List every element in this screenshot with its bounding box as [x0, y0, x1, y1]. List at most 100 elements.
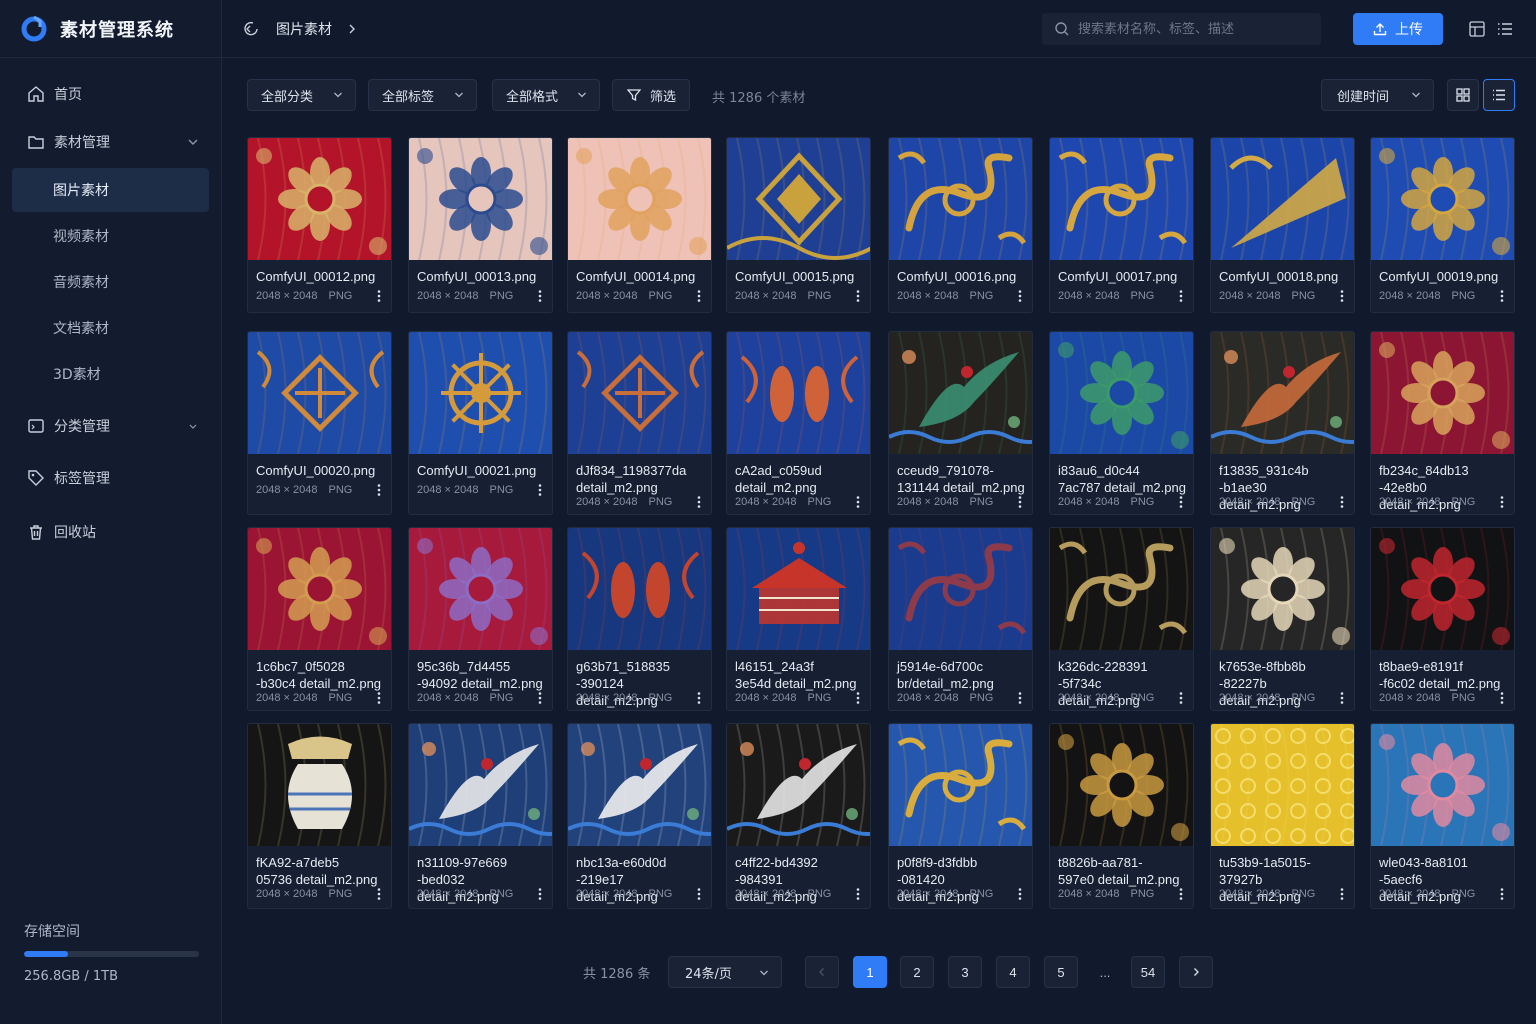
asset-thumbnail[interactable]: [889, 528, 1032, 650]
asset-card[interactable]: cA2ad_c059ud detail_m2.png 2048 × 2048 PNG: [726, 331, 871, 515]
sidebar-item-assets[interactable]: 素材管理: [0, 118, 221, 166]
asset-thumbnail[interactable]: [889, 332, 1032, 454]
asset-thumbnail[interactable]: [727, 724, 870, 846]
menu-list-icon[interactable]: [1496, 20, 1514, 38]
asset-card[interactable]: wle043-8a8101 -5aecf6 detail_m2.png 2048 …: [1370, 723, 1515, 909]
asset-card[interactable]: n31109-97e669 -bed032 detail_m2.png 2048 …: [408, 723, 553, 909]
more-options-icon[interactable]: [696, 887, 702, 901]
more-options-icon[interactable]: [855, 289, 861, 303]
asset-thumbnail[interactable]: [248, 332, 391, 454]
more-options-icon[interactable]: [1017, 887, 1023, 901]
more-options-icon[interactable]: [1339, 887, 1345, 901]
asset-card[interactable]: ComfyUI_00021.png 2048 × 2048 PNG: [408, 331, 553, 515]
asset-card[interactable]: k7653e-8fbb8b -82227b detail_m2.png 2048 …: [1210, 527, 1355, 711]
grid-view-button[interactable]: [1447, 79, 1479, 111]
asset-thumbnail[interactable]: [409, 528, 552, 650]
more-options-icon[interactable]: [1339, 289, 1345, 303]
asset-card[interactable]: k326dc-228391 -5f734c detail_m2.png 2048 …: [1049, 527, 1194, 711]
tag-select[interactable]: 全部标签: [368, 79, 477, 111]
more-options-icon[interactable]: [537, 289, 543, 303]
more-options-icon[interactable]: [855, 691, 861, 705]
asset-card[interactable]: f13835_931c4b -b1ae30 detail_m2.png 2048 …: [1210, 331, 1355, 515]
asset-thumbnail[interactable]: [1211, 332, 1354, 454]
asset-thumbnail[interactable]: [727, 528, 870, 650]
asset-thumbnail[interactable]: [1211, 528, 1354, 650]
asset-thumbnail[interactable]: [248, 138, 391, 260]
more-options-icon[interactable]: [855, 495, 861, 509]
asset-card[interactable]: ComfyUI_00012.png 2048 × 2048 PNG: [247, 137, 392, 313]
page-button[interactable]: 54: [1131, 956, 1165, 988]
asset-card[interactable]: g63b71_518835 -390124 detail_m2.png 2048 …: [567, 527, 712, 711]
asset-card[interactable]: ComfyUI_00013.png 2048 × 2048 PNG: [408, 137, 553, 313]
more-options-icon[interactable]: [1017, 495, 1023, 509]
sidebar-item-tags[interactable]: 标签管理: [0, 454, 221, 502]
asset-thumbnail[interactable]: [1371, 332, 1514, 454]
asset-thumbnail[interactable]: [1050, 138, 1193, 260]
asset-thumbnail[interactable]: [568, 332, 711, 454]
asset-card[interactable]: t8826b-aa781- 597e0 detail_m2.png 2048 × …: [1049, 723, 1194, 909]
more-options-icon[interactable]: [1178, 289, 1184, 303]
sort-select[interactable]: 创建时间: [1321, 79, 1434, 111]
asset-thumbnail[interactable]: [409, 332, 552, 454]
more-options-icon[interactable]: [1339, 495, 1345, 509]
asset-thumbnail[interactable]: [889, 724, 1032, 846]
asset-card[interactable]: fKA92-a7deb5 05736 detail_m2.png 2048 × 2…: [247, 723, 392, 909]
page-button[interactable]: 1: [853, 956, 887, 988]
asset-thumbnail[interactable]: [1371, 138, 1514, 260]
search-input[interactable]: [1078, 21, 1308, 37]
asset-thumbnail[interactable]: [409, 138, 552, 260]
list-view-button[interactable]: [1483, 79, 1515, 111]
asset-thumbnail[interactable]: [248, 528, 391, 650]
asset-card[interactable]: c4ff22-bd4392 -984391 detail_m2.png 2048 …: [726, 723, 871, 909]
sidebar-item-categories[interactable]: 分类管理: [0, 402, 221, 450]
asset-card[interactable]: tu53b9-1a5015- 37927b detail_m2.png 2048 …: [1210, 723, 1355, 909]
upload-button[interactable]: 上传: [1353, 13, 1443, 45]
asset-thumbnail[interactable]: [1050, 724, 1193, 846]
format-select[interactable]: 全部格式: [492, 79, 600, 111]
asset-card[interactable]: ComfyUI_00014.png 2048 × 2048 PNG: [567, 137, 712, 313]
asset-thumbnail[interactable]: [568, 528, 711, 650]
sidebar-subitem-audio[interactable]: 音频素材: [12, 260, 209, 304]
asset-card[interactable]: i83au6_d0c44 7ac787 detail_m2.png 2048 × …: [1049, 331, 1194, 515]
page-button[interactable]: 2: [900, 956, 934, 988]
more-options-icon[interactable]: [1178, 887, 1184, 901]
filter-button[interactable]: 筛选: [612, 79, 690, 111]
breadcrumb[interactable]: 图片素材: [276, 19, 332, 39]
more-options-icon[interactable]: [855, 887, 861, 901]
search-box[interactable]: [1042, 13, 1321, 45]
asset-card[interactable]: ComfyUI_00019.png 2048 × 2048 PNG: [1370, 137, 1515, 313]
asset-card[interactable]: fb234c_84db13 -42e8b0 detail_m2.png 2048 …: [1370, 331, 1515, 515]
asset-card[interactable]: l46151_24a3f 3e54d detail_m2.png 2048 × 2…: [726, 527, 871, 711]
more-options-icon[interactable]: [1499, 495, 1505, 509]
more-options-icon[interactable]: [696, 691, 702, 705]
prev-page-button[interactable]: [805, 956, 839, 988]
sidebar-subitem-3d[interactable]: 3D素材: [12, 352, 209, 396]
more-options-icon[interactable]: [376, 691, 382, 705]
sidebar-subitem-videos[interactable]: 视频素材: [12, 214, 209, 258]
asset-card[interactable]: dJf834_1198377da detail_m2.png 2048 × 204…: [567, 331, 712, 515]
asset-card[interactable]: 1c6bc7_0f5028 -b30c4 detail_m2.png 2048 ×…: [247, 527, 392, 711]
asset-thumbnail[interactable]: [1050, 528, 1193, 650]
more-options-icon[interactable]: [1499, 289, 1505, 303]
more-options-icon[interactable]: [1017, 289, 1023, 303]
asset-card[interactable]: ComfyUI_00020.png 2048 × 2048 PNG: [247, 331, 392, 515]
asset-thumbnail[interactable]: [1211, 138, 1354, 260]
asset-card[interactable]: j5914e-6d700c br/detail_m2.png 2048 × 204…: [888, 527, 1033, 711]
asset-thumbnail[interactable]: [248, 724, 391, 846]
asset-thumbnail[interactable]: [1371, 724, 1514, 846]
asset-thumbnail[interactable]: [889, 138, 1032, 260]
more-options-icon[interactable]: [376, 289, 382, 303]
asset-card[interactable]: cceud9_791078- 131144 detail_m2.png 2048 …: [888, 331, 1033, 515]
sidebar-item-home[interactable]: 首页: [0, 70, 221, 118]
asset-card[interactable]: 95c36b_7d4455 -94092 detail_m2.png 2048 ×…: [408, 527, 553, 711]
page-size-select[interactable]: 24条/页: [668, 956, 782, 988]
asset-thumbnail[interactable]: [409, 724, 552, 846]
asset-thumbnail[interactable]: [568, 138, 711, 260]
asset-thumbnail[interactable]: [1371, 528, 1514, 650]
more-options-icon[interactable]: [1178, 495, 1184, 509]
asset-card[interactable]: ComfyUI_00017.png 2048 × 2048 PNG: [1049, 137, 1194, 313]
next-page-button[interactable]: [1179, 956, 1213, 988]
sidebar-subitem-images[interactable]: 图片素材: [12, 168, 209, 212]
more-options-icon[interactable]: [537, 691, 543, 705]
page-button[interactable]: 3: [948, 956, 982, 988]
